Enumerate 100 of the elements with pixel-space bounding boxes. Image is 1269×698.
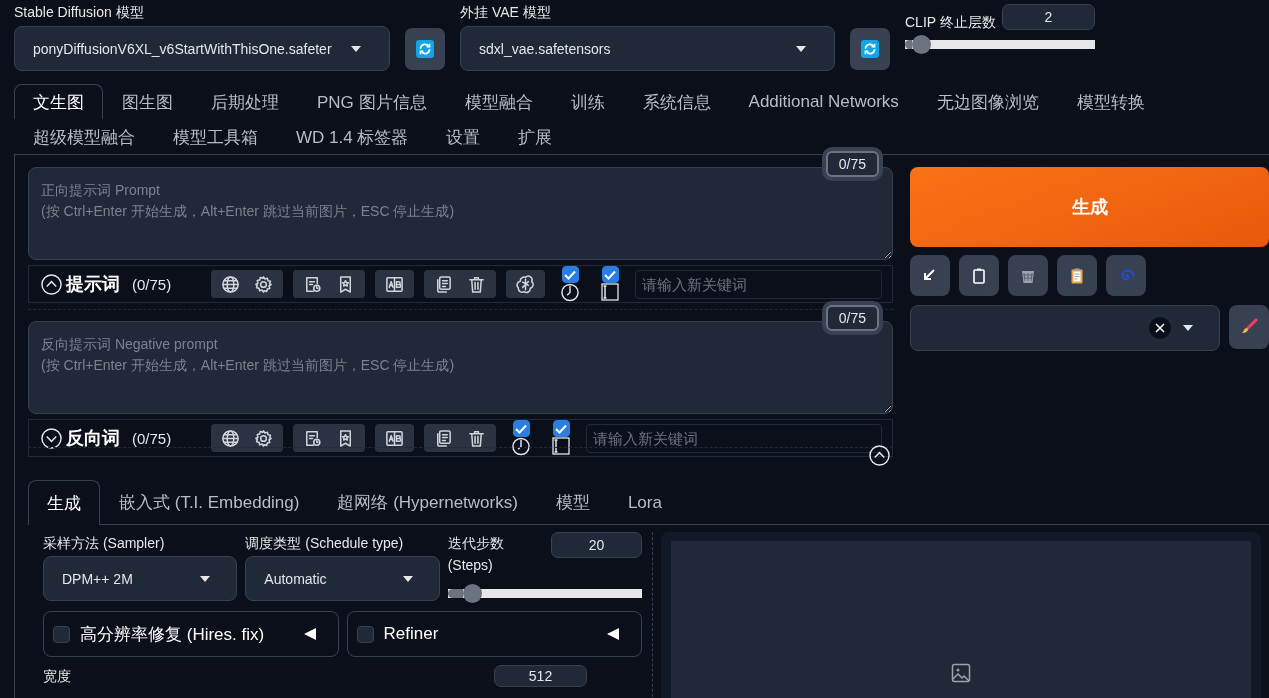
chevron-up-icon [41,273,62,295]
expand-button[interactable] [41,427,62,449]
tab[interactable]: 扩展 [499,119,572,154]
number-field[interactable]: 512 [494,665,587,687]
field-label: 调度类型 (Schedule type) [245,534,405,553]
field-label: 迭代步数 (Steps) [447,534,505,575]
keyword-field[interactable]: 请输入新关键词 [586,423,882,453]
tab[interactable]: 图生图 [103,84,192,119]
gear-icon [254,274,273,294]
arrow-button[interactable] [910,255,950,296]
keyword-field[interactable]: 请输入新关键词 [635,269,882,299]
tab[interactable]: 模型 [536,480,609,524]
dropdown[interactable]: DPM++ 2M [43,556,238,601]
model-label: 外挂 VAE 模型 [460,4,552,22]
field-label: 采样方法 (Sampler) [43,534,166,553]
caret-icon [796,45,806,52]
tab[interactable]: 超网络 (Hypernetworks) [318,480,537,524]
check-icon [555,423,567,434]
ab-icon [385,274,404,294]
clear-button[interactable] [1149,317,1171,339]
slider-handle[interactable] [912,35,932,54]
clipboard-button[interactable] [1057,255,1097,296]
globe-icon [221,274,240,294]
check-icon [564,269,576,280]
token-count: (0/75) [132,429,172,447]
checkbox[interactable] [53,625,70,643]
clipboard-icon [970,266,988,285]
tab[interactable]: 模型转换 [1057,84,1164,119]
chevron-up-icon [869,445,890,466]
accordion[interactable]: Refiner [346,611,642,657]
tab[interactable]: 训练 [551,84,624,119]
copy-icon [434,428,453,448]
token-count: (0/75) [132,275,172,293]
checkbox[interactable] [356,625,374,643]
collapse-button[interactable] [41,273,62,295]
caret-icon [200,575,211,582]
tab[interactable]: Additional Networks [729,84,918,119]
refresh-icon [416,39,434,58]
document-clock-icon [303,274,322,294]
refresh-button[interactable] [405,27,445,70]
tab[interactable]: 超级模型融合 [14,119,154,154]
collapse-button[interactable] [869,445,890,466]
tab[interactable]: 模型融合 [445,84,552,119]
close-icon [1155,323,1165,333]
tab[interactable]: Lora [608,480,681,524]
document-clock-icon [303,428,322,448]
caret-icon [351,45,361,52]
triangle-icon [303,628,316,640]
tab[interactable]: 后期处理 [192,84,298,119]
field-label: 宽度 [43,667,71,686]
clip-skip-label: CLIP 终止层数 [905,14,996,32]
chevron-down-icon [41,427,62,449]
brush-icon [1240,318,1258,336]
trash-icon [467,428,486,448]
accordion-label: Refiner [383,624,440,644]
check-icon [515,423,527,434]
globe-icon [221,428,240,448]
text-cursor-icon [552,437,570,455]
triangle-icon [607,628,619,640]
tab[interactable]: 文生图 [14,84,103,119]
tab[interactable]: 嵌入式 (T.I. Embedding) [100,480,319,524]
tab[interactable]: 生成 [28,480,100,525]
checkbox[interactable] [601,266,619,283]
gear-icon [254,428,273,448]
model-label: Stable Diffusion 模型 [14,4,145,22]
checkbox[interactable] [552,420,570,437]
refresh-button[interactable] [850,27,890,70]
clock-icon [560,283,580,302]
prompt-title: 反向词 [66,427,120,450]
tab[interactable]: WD 1.4 标签器 [277,119,428,154]
brush-button[interactable] [1229,305,1269,349]
tab[interactable]: 设置 [427,119,500,154]
dropdown[interactable]: ponyDiffusionV6XL_v6StartWithThisOne.safeter [14,26,390,71]
caret-icon [1183,325,1193,331]
number-field[interactable]: 2 [1002,4,1095,30]
ab-icon [385,428,404,448]
clipboard-button[interactable] [959,255,999,296]
copy-icon [434,274,453,294]
number-field[interactable]: 20 [551,532,642,558]
tab[interactable]: PNG 图片信息 [298,84,446,119]
checkbox[interactable] [512,420,530,437]
spiral-button[interactable] [1106,255,1146,296]
wastebasket-button[interactable] [1008,255,1048,296]
refresh-icon [861,39,879,58]
tab[interactable]: 模型工具箱 [154,119,277,154]
image-icon [951,663,971,683]
knot-icon [516,274,535,294]
trash-icon [467,274,486,294]
slider-handle[interactable] [462,584,482,603]
dropdown[interactable]: sdxl_vae.safetensors [460,26,835,71]
dropdown[interactable]: Automatic [245,556,440,601]
caret-icon [402,575,413,582]
checkbox[interactable] [561,266,579,283]
text-cursor-icon [601,283,619,301]
accordion[interactable]: 高分辨率修复 (Hires. fix) [43,611,339,657]
tab[interactable]: 系统信息 [623,84,730,119]
clock-icon [511,437,531,456]
check-icon [604,269,616,280]
prompt-title: 提示词 [66,273,120,296]
tab[interactable]: 无边图像浏览 [917,84,1058,119]
